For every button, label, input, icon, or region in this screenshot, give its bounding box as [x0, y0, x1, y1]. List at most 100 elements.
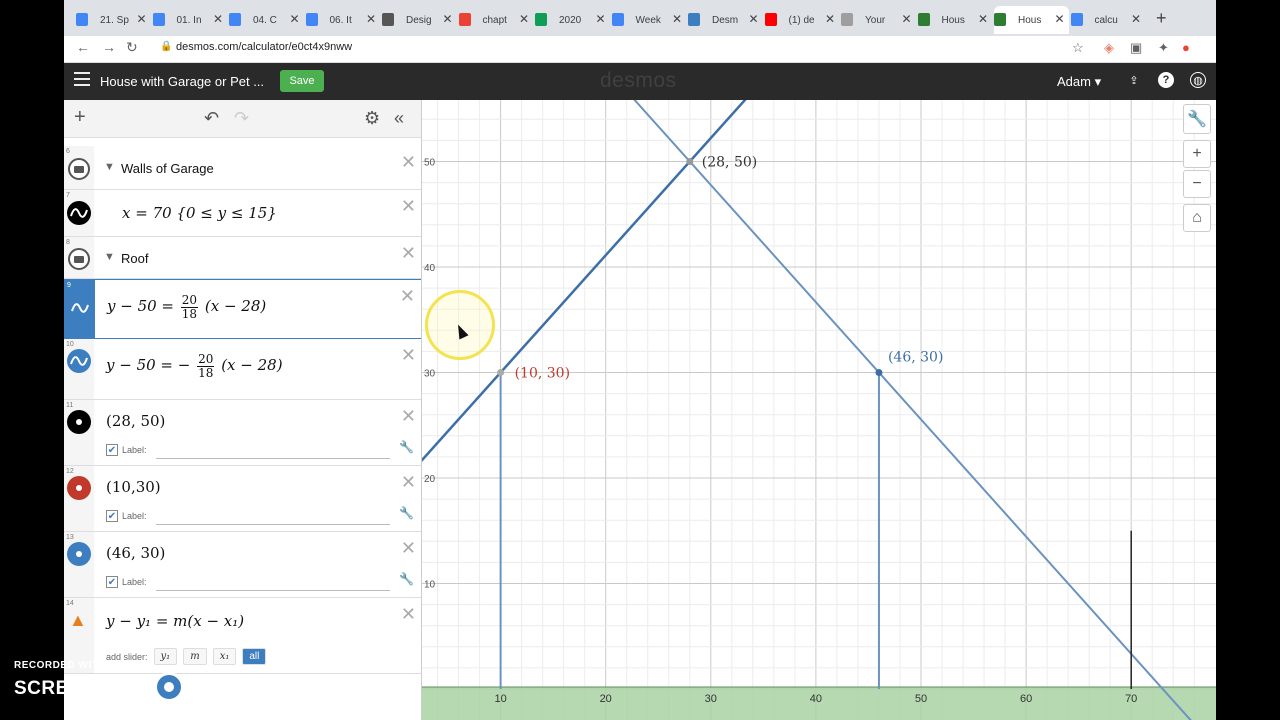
- slider-chip-y1[interactable]: y₁: [153, 648, 178, 665]
- settings-gear-icon[interactable]: ⚙: [364, 108, 380, 129]
- add-item-icon[interactable]: +: [74, 106, 86, 129]
- browser-tab[interactable]: 21. Sp ✕: [76, 6, 151, 34]
- browser-tab[interactable]: calcu ✕: [1070, 6, 1146, 34]
- slider-chip-x1[interactable]: x₁: [212, 648, 237, 665]
- expression-latex[interactable]: (10,30): [106, 478, 161, 496]
- point-row[interactable]: 11 (28, 50) ✔ Label: 🔧 ✕: [64, 400, 421, 466]
- browser-tab[interactable]: 01. In ✕: [152, 6, 228, 34]
- graph-wave-icon[interactable]: [68, 296, 92, 320]
- share-icon[interactable]: ⇪: [1126, 72, 1142, 88]
- browser-tab-active[interactable]: Hous ✕: [994, 6, 1069, 34]
- tab-close-icon[interactable]: ✕: [442, 12, 452, 26]
- zoom-out-icon[interactable]: −: [1183, 170, 1211, 198]
- record-extension-icon[interactable]: ●: [1182, 40, 1190, 55]
- tab-close-icon[interactable]: ✕: [519, 12, 529, 26]
- wrench-icon[interactable]: 🔧: [399, 572, 414, 586]
- slider-chip-all[interactable]: all: [242, 648, 267, 665]
- tab-close-icon[interactable]: ✕: [825, 12, 835, 26]
- browser-tab[interactable]: 04. C ✕: [229, 6, 304, 34]
- tab-close-icon[interactable]: ✕: [901, 12, 911, 26]
- delete-icon[interactable]: ✕: [400, 286, 415, 307]
- expression-row-selected[interactable]: 9 y − 50 = 20 18 (x − 28) ✕: [64, 279, 421, 339]
- tab-close-icon[interactable]: ✕: [1131, 12, 1141, 26]
- expression-row-warning[interactable]: 14 ▲ y − y₁ = m(x − x₁) add slider: y₁ m…: [64, 598, 421, 674]
- browser-tab[interactable]: Your ✕: [841, 6, 916, 34]
- browser-tab[interactable]: chapt ✕: [458, 6, 534, 34]
- tab-close-icon[interactable]: ✕: [1054, 12, 1064, 26]
- tab-close-icon[interactable]: ✕: [978, 12, 988, 26]
- extension-icon[interactable]: ◈: [1104, 40, 1114, 56]
- zoom-in-icon[interactable]: +: [1183, 140, 1211, 168]
- point-icon[interactable]: [67, 542, 91, 566]
- point-row[interactable]: 12 (10,30) ✔ Label: 🔧 ✕: [64, 466, 421, 532]
- slider-chip-m[interactable]: m: [183, 648, 207, 665]
- tab-close-icon[interactable]: ✕: [366, 12, 376, 26]
- star-icon[interactable]: ☆: [1072, 40, 1084, 56]
- browser-tab[interactable]: 06. It ✕: [305, 6, 381, 34]
- new-tab-icon[interactable]: +: [1156, 8, 1167, 29]
- browser-tab[interactable]: 2020 ✕: [535, 6, 610, 34]
- browser-tab[interactable]: Desig ✕: [382, 6, 457, 34]
- expression-latex[interactable]: (46, 30): [106, 544, 165, 562]
- graph-wave-icon[interactable]: [67, 349, 91, 373]
- graph-title[interactable]: House with Garage or Pet ...: [100, 74, 264, 89]
- screenshot-extension-icon[interactable]: ▣: [1130, 40, 1142, 56]
- tab-close-icon[interactable]: ✕: [595, 12, 605, 26]
- label-toggle[interactable]: ✔ Label:: [106, 576, 147, 588]
- point-row[interactable]: 13 (46, 30) ✔ Label: 🔧 ✕: [64, 532, 421, 598]
- delete-icon[interactable]: ✕: [401, 152, 416, 173]
- browser-tab[interactable]: (1) de ✕: [764, 6, 840, 34]
- url-bar[interactable]: desmos.com/calculator/e0ct4x9nww: [176, 41, 352, 53]
- label-input-line[interactable]: [156, 524, 390, 525]
- wrench-icon[interactable]: 🔧: [399, 440, 414, 454]
- label-toggle[interactable]: ✔ Label:: [106, 444, 147, 456]
- expression-latex[interactable]: y − 50 = 20 18 (x − 28): [107, 294, 266, 320]
- expression-latex[interactable]: y − 50 = − 20 18 (x − 28): [106, 353, 283, 379]
- collapse-panel-icon[interactable]: «: [394, 108, 404, 129]
- label-input-line[interactable]: [156, 458, 390, 459]
- point-icon[interactable]: [67, 476, 91, 500]
- expression-latex[interactable]: x = 70 {0 ≤ y ≤ 15}: [122, 204, 277, 222]
- folder-icon[interactable]: [68, 158, 90, 180]
- expression-latex[interactable]: (28, 50): [106, 412, 165, 430]
- expression-row[interactable]: 7 x = 70 {0 ≤ y ≤ 15} ✕: [64, 190, 421, 237]
- graph-paper[interactable]: 10 20 30 40 50 60 70 50 40 30 20 10 (28, 50) (10, 30)…: [422, 100, 1216, 720]
- delete-icon[interactable]: ✕: [401, 472, 416, 493]
- menu-icon[interactable]: [74, 72, 90, 86]
- tab-close-icon[interactable]: ✕: [213, 12, 223, 26]
- browser-tab[interactable]: Week ✕: [611, 6, 687, 34]
- checkbox-checked-icon[interactable]: ✔: [106, 510, 118, 522]
- checkbox-checked-icon[interactable]: ✔: [106, 444, 118, 456]
- delete-icon[interactable]: ✕: [401, 243, 416, 264]
- folder-icon[interactable]: [68, 248, 90, 270]
- undo-icon[interactable]: ↶: [204, 108, 219, 129]
- label-input-line[interactable]: [156, 590, 390, 591]
- browser-tab[interactable]: Hous ✕: [917, 6, 993, 34]
- label-toggle[interactable]: ✔ Label:: [106, 510, 147, 522]
- redo-icon[interactable]: ↷: [234, 108, 249, 129]
- folder-title[interactable]: Walls of Garage: [121, 161, 214, 176]
- back-icon[interactable]: ←: [76, 39, 90, 55]
- home-icon[interactable]: ⌂: [1183, 204, 1211, 232]
- tab-close-icon[interactable]: ✕: [289, 12, 299, 26]
- warning-icon[interactable]: ▲: [69, 610, 87, 631]
- delete-icon[interactable]: ✕: [401, 604, 416, 625]
- graph-canvas[interactable]: 10 20 30 40 50 60 70 50 40 30 20 10 (28, 50) (10, 30)…: [422, 100, 1216, 720]
- globe-icon[interactable]: ◍: [1190, 72, 1206, 88]
- caret-down-icon[interactable]: ▼: [104, 161, 115, 173]
- reload-icon[interactable]: ↻: [126, 39, 138, 56]
- tab-close-icon[interactable]: ✕: [672, 12, 682, 26]
- user-menu[interactable]: Adam ▾: [1057, 74, 1101, 90]
- folder-row-roof[interactable]: 8 ▼ Roof ✕: [64, 237, 421, 279]
- expression-latex[interactable]: y − y₁ = m(x − x₁): [106, 612, 244, 630]
- help-icon[interactable]: ?: [1158, 72, 1174, 88]
- tab-close-icon[interactable]: ✕: [136, 12, 146, 26]
- delete-icon[interactable]: ✕: [401, 406, 416, 427]
- expression-row[interactable]: 10 y − 50 = − 20 18 (x − 28) ✕: [64, 339, 421, 400]
- graph-wave-icon[interactable]: [67, 201, 91, 225]
- graph-settings-wrench-icon[interactable]: 🔧: [1183, 104, 1211, 134]
- folder-row-walls-of-garage[interactable]: 6 ▼ Walls of Garage ✕: [64, 146, 421, 190]
- delete-icon[interactable]: ✕: [401, 196, 416, 217]
- delete-icon[interactable]: ✕: [401, 345, 416, 366]
- checkbox-checked-icon[interactable]: ✔: [106, 576, 118, 588]
